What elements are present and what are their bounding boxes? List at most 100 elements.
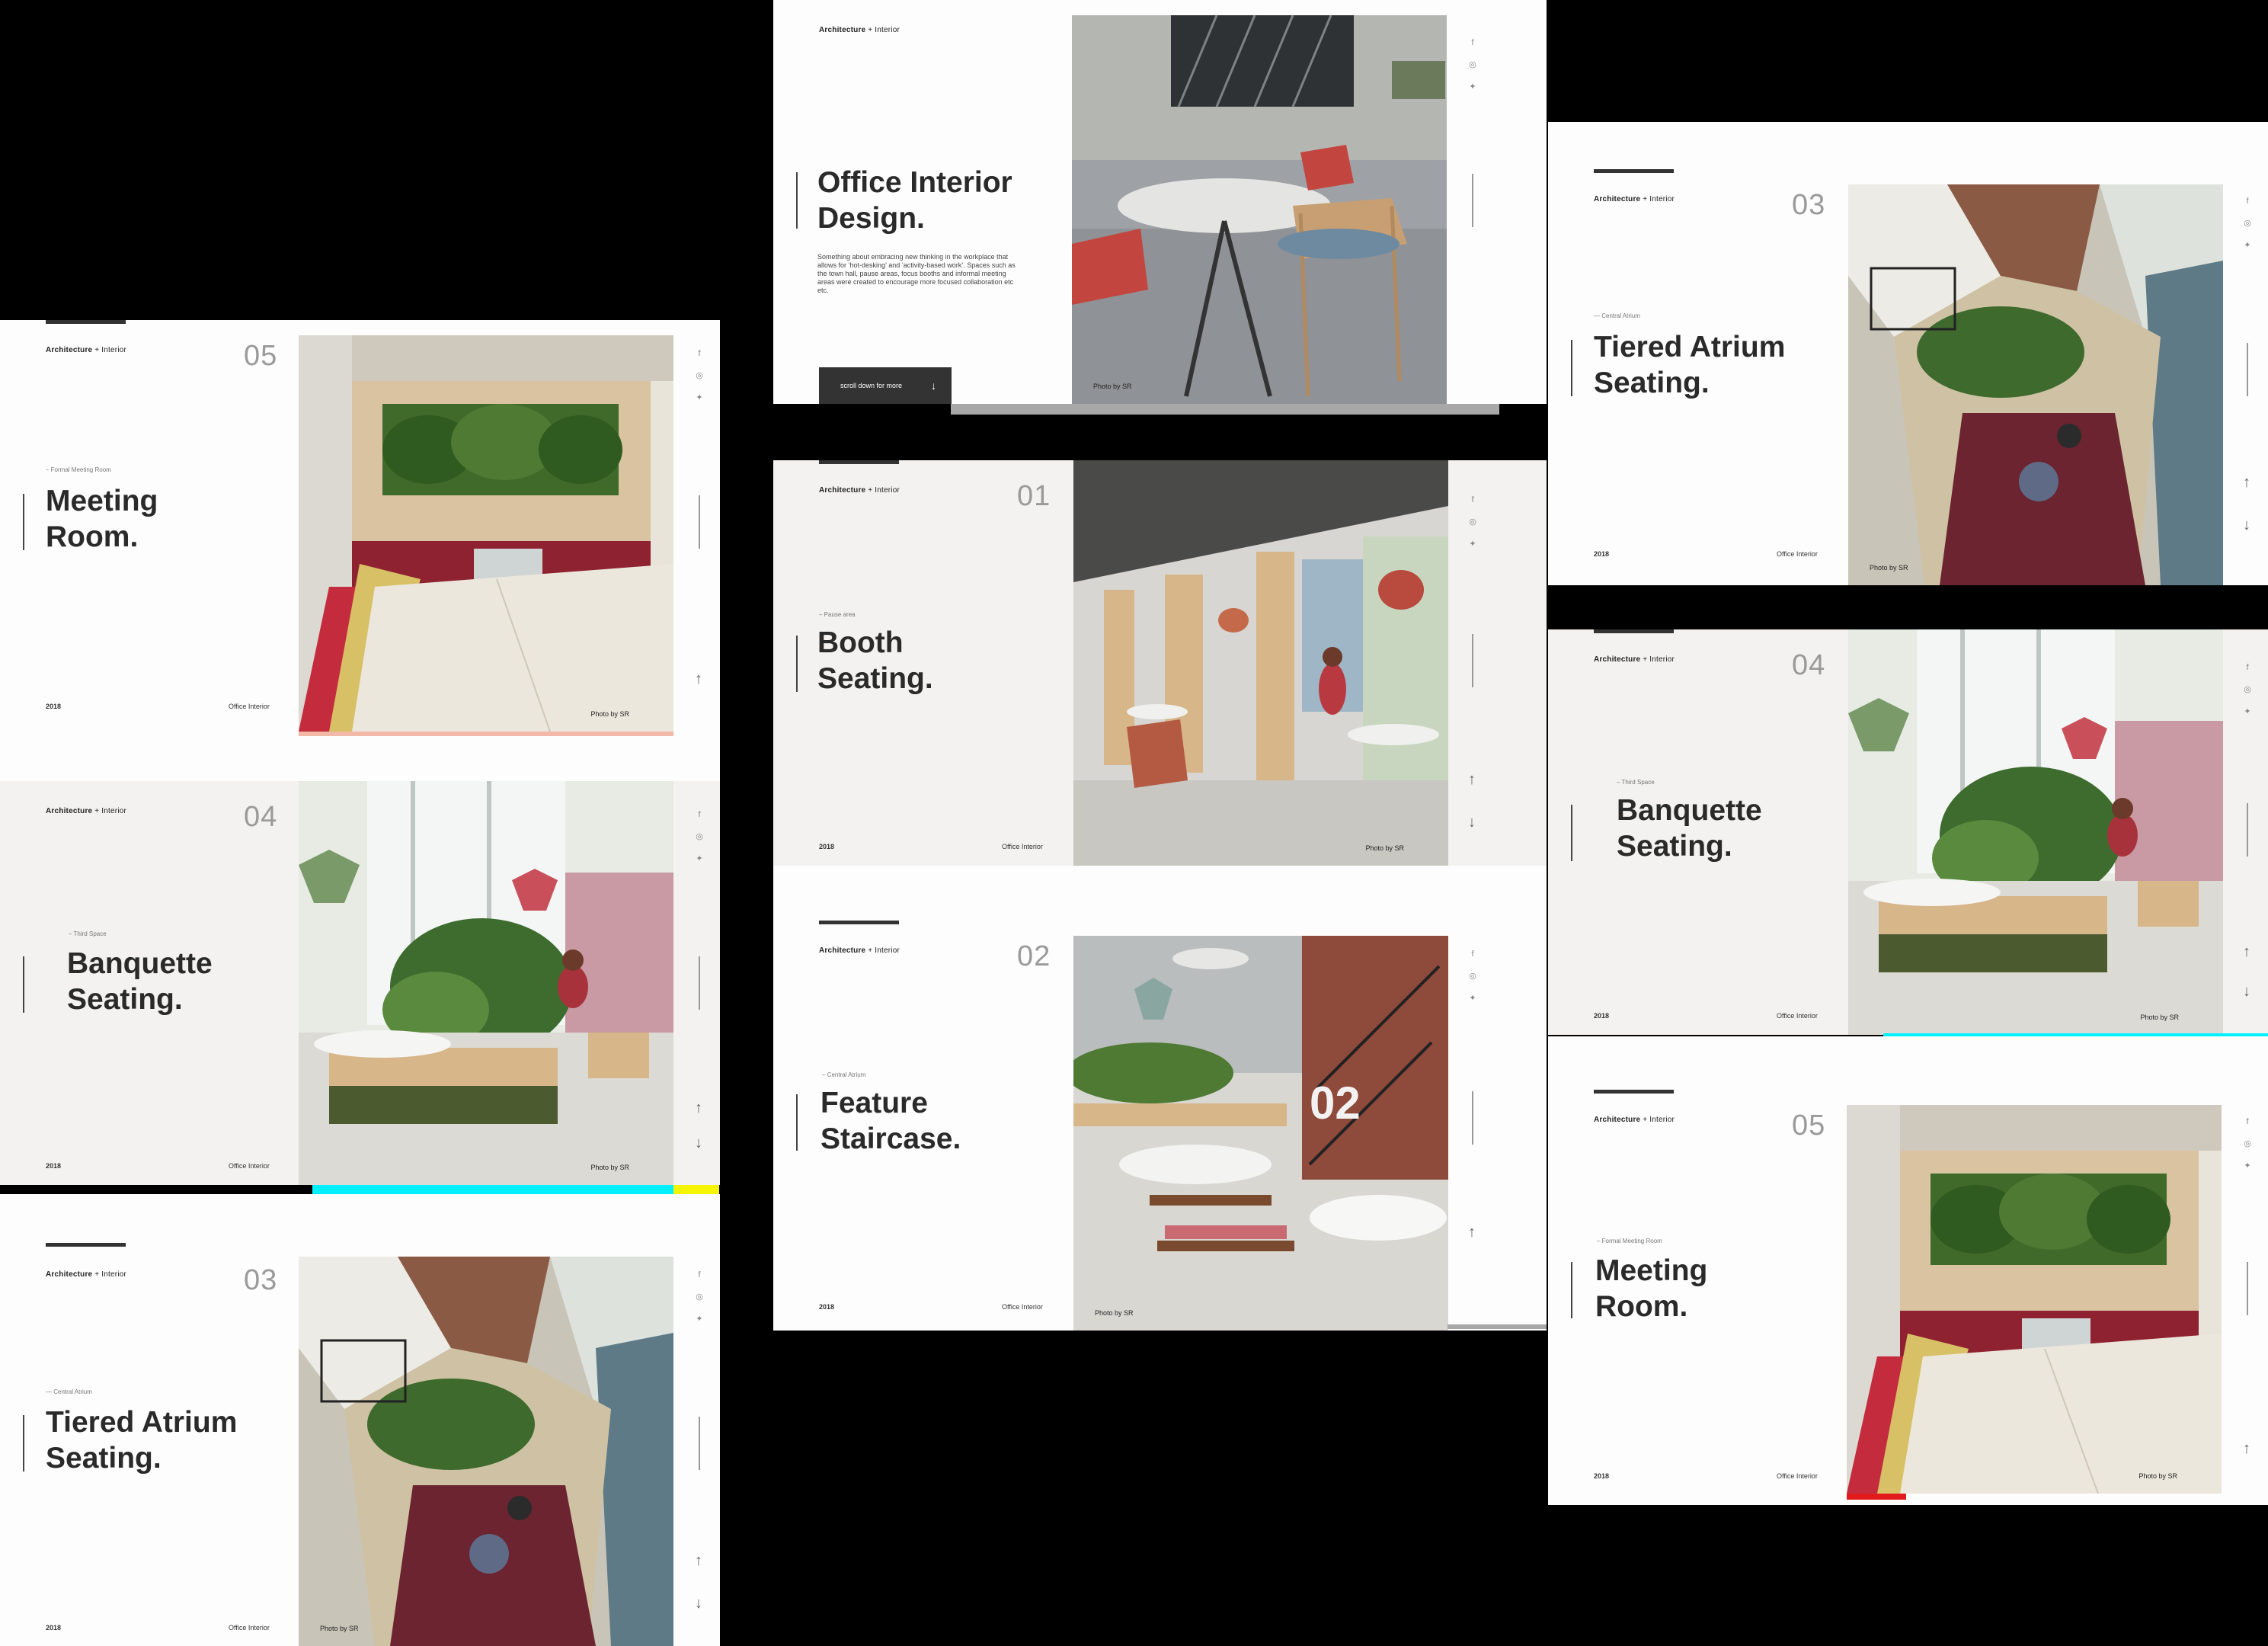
accent-bar-pink xyxy=(299,732,673,736)
brand-label[interactable]: Architecture + Interior xyxy=(819,486,900,495)
scroll-indicator-line xyxy=(1472,634,1473,687)
slide-booth: Architecture + Interior 01 – Pause area … xyxy=(773,460,1547,866)
meeting-room-photo: Photo by SR xyxy=(1847,1105,2222,1494)
twitter-icon[interactable]: ✦ xyxy=(695,848,704,870)
brand-label[interactable]: Architecture + Interior xyxy=(1594,195,1675,203)
slide-number: 05 xyxy=(244,340,278,372)
hero-cafe-photo: Photo by SR xyxy=(1072,15,1447,404)
twitter-icon[interactable]: ✦ xyxy=(1468,988,1477,1010)
title-divider xyxy=(1571,1262,1572,1318)
instagram-icon[interactable]: ◎ xyxy=(1468,966,1477,988)
facebook-icon[interactable]: f xyxy=(695,1264,704,1286)
scroll-indicator-line xyxy=(699,1417,700,1470)
arrow-down-icon[interactable]: ↓ xyxy=(1464,814,1479,831)
slide-subtitle: – Formal Meeting Room xyxy=(46,466,111,473)
arrow-down-icon[interactable]: ↓ xyxy=(2239,517,2254,534)
twitter-icon[interactable]: ✦ xyxy=(1468,76,1477,98)
scroll-down-label: scroll down for more xyxy=(840,382,903,389)
facebook-icon[interactable]: f xyxy=(1468,489,1477,511)
title-divider xyxy=(1571,805,1572,861)
top-accent-bar xyxy=(1594,629,1674,633)
slide-title: Feature Staircase. xyxy=(821,1087,961,1155)
photo-credit: Photo by SR xyxy=(1365,844,1404,852)
arrow-down-icon[interactable]: ↓ xyxy=(2239,983,2254,1001)
title-divider xyxy=(23,494,24,550)
slide-title: Meeting Room. xyxy=(46,485,158,553)
top-accent-bar xyxy=(819,460,899,464)
slide-subtitle: – Third Space xyxy=(1617,779,1655,786)
arrow-up-icon[interactable]: ↑ xyxy=(1464,771,1479,789)
slide-meeting-room-left: Architecture + Interior 05 – Formal Meet… xyxy=(0,320,720,781)
instagram-icon[interactable]: ◎ xyxy=(2243,679,2252,701)
slide-meeting-room-right: Architecture + Interior 05 – Formal Meet… xyxy=(1548,1036,2268,1505)
slide-staircase: Architecture + Interior 02 – Central Atr… xyxy=(773,866,1547,1331)
facebook-icon[interactable]: f xyxy=(1468,32,1477,54)
arrow-down-icon[interactable]: ↓ xyxy=(691,1135,706,1152)
arrow-up-icon[interactable]: ↑ xyxy=(691,671,706,688)
twitter-icon[interactable]: ✦ xyxy=(2243,1155,2252,1177)
facebook-icon[interactable]: f xyxy=(2243,657,2252,679)
instagram-icon[interactable]: ◎ xyxy=(2243,213,2252,235)
facebook-icon[interactable]: f xyxy=(2243,1111,2252,1133)
slide-number: 04 xyxy=(244,801,278,833)
top-accent-bar xyxy=(46,1243,126,1247)
title-divider xyxy=(23,1415,24,1471)
facebook-icon[interactable]: f xyxy=(695,343,704,365)
top-accent-bar xyxy=(1594,169,1674,173)
brand-label[interactable]: Architecture + Interior xyxy=(819,26,900,34)
brand-label[interactable]: Architecture + Interior xyxy=(1594,655,1675,664)
hero-title: Office Interior Design. xyxy=(817,166,1012,235)
arrow-up-icon[interactable]: ↑ xyxy=(691,1100,706,1117)
atrium-photo: Photo by SR xyxy=(1848,184,2223,585)
twitter-icon[interactable]: ✦ xyxy=(695,1308,704,1331)
arrow-up-icon[interactable]: ↑ xyxy=(2239,474,2254,492)
slide-year: 2018 xyxy=(1594,1472,1610,1480)
title-divider xyxy=(796,1094,798,1151)
arrow-down-icon[interactable]: ↓ xyxy=(691,1595,706,1612)
instagram-icon[interactable]: ◎ xyxy=(695,826,704,848)
twitter-icon[interactable]: ✦ xyxy=(1468,533,1477,556)
slide-category: Office Interior xyxy=(1777,1472,1818,1480)
title-divider xyxy=(796,636,798,692)
slide-number: 05 xyxy=(1792,1110,1826,1142)
photo-credit: Photo by SR xyxy=(2138,1472,2177,1480)
hero-scroll-track xyxy=(951,404,1499,415)
arrow-up-icon[interactable]: ↑ xyxy=(2239,1440,2254,1458)
brand-label[interactable]: Architecture + Interior xyxy=(46,346,126,354)
brand-label[interactable]: Architecture + Interior xyxy=(819,946,900,955)
brand-label[interactable]: Architecture + Interior xyxy=(1594,1116,1675,1124)
arrow-up-icon[interactable]: ↑ xyxy=(2239,943,2254,961)
scroll-indicator-line xyxy=(1472,174,1473,227)
scroll-down-button[interactable]: scroll down for more ↓ xyxy=(819,367,952,404)
slide-category: Office Interior xyxy=(1002,1303,1043,1311)
top-accent-bar xyxy=(1594,1090,1674,1094)
staircase-scroll-track xyxy=(1447,1324,1547,1329)
facebook-icon[interactable]: f xyxy=(2243,191,2252,213)
scroll-indicator-line xyxy=(2247,1262,2248,1315)
facebook-icon[interactable]: f xyxy=(1468,943,1477,966)
slide-atrium-left: Architecture + Interior 03 — Central Atr… xyxy=(0,1194,720,1646)
instagram-icon[interactable]: ◎ xyxy=(1468,54,1477,76)
instagram-icon[interactable]: ◎ xyxy=(695,365,704,387)
slide-title: Banquette Seating. xyxy=(67,947,213,1016)
atrium-photo: Photo by SR xyxy=(299,1257,673,1646)
brand-label[interactable]: Architecture + Interior xyxy=(46,1270,126,1279)
social-links: f ◎ ✦ xyxy=(695,1264,704,1331)
arrow-up-icon[interactable]: ↑ xyxy=(691,1552,706,1570)
instagram-icon[interactable]: ◎ xyxy=(695,1286,704,1308)
hero-description: Something about embracing new thinking i… xyxy=(817,253,1016,294)
twitter-icon[interactable]: ✦ xyxy=(2243,235,2252,257)
slide-number: 02 xyxy=(1017,940,1051,972)
twitter-icon[interactable]: ✦ xyxy=(695,387,704,409)
brand-label[interactable]: Architecture + Interior xyxy=(46,807,126,815)
slide-subtitle: — Central Atrium xyxy=(46,1388,92,1395)
slide-year: 2018 xyxy=(1594,1012,1610,1020)
top-accent-bar xyxy=(819,921,899,924)
facebook-icon[interactable]: f xyxy=(695,804,704,826)
instagram-icon[interactable]: ◎ xyxy=(2243,1133,2252,1155)
banquette-photo: Photo by SR xyxy=(1848,629,2223,1035)
twitter-icon[interactable]: ✦ xyxy=(2243,701,2252,723)
instagram-icon[interactable]: ◎ xyxy=(1468,511,1477,533)
arrow-up-icon[interactable]: ↑ xyxy=(1464,1224,1479,1241)
meeting-room-photo: Photo by SR xyxy=(299,335,673,732)
